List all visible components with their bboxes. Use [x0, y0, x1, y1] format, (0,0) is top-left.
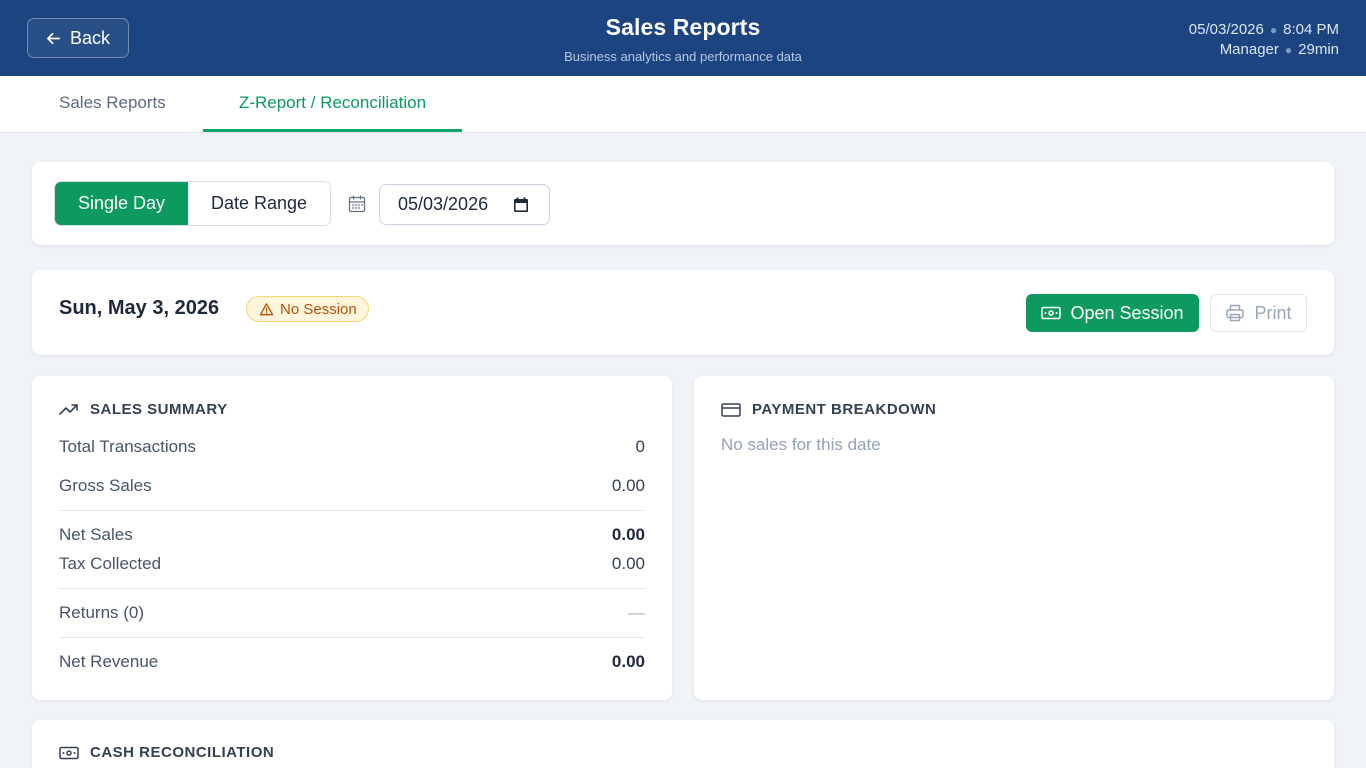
row-value: 0.00: [611, 525, 645, 544]
session-duration: 29min: [1298, 41, 1339, 58]
filter-card: Single Day Date Range 05/03/2026: [32, 162, 1334, 245]
cash-reconciliation-header: CASH RECONCILIATION: [59, 744, 274, 761]
sales-summary-card: SALES SUMMARY Total Transactions 0 Gross…: [32, 376, 672, 700]
date-input[interactable]: 05/03/2026: [379, 184, 550, 225]
app-header: Back Sales Reports Business analytics an…: [0, 0, 1366, 76]
summary-row-returns: Returns (0) —: [59, 603, 645, 623]
cash-reconciliation-title: CASH RECONCILIATION: [90, 744, 275, 761]
status-badge-label: No Session: [280, 300, 357, 318]
open-session-button[interactable]: Open Session: [1026, 294, 1199, 332]
arrow-left-icon: [47, 32, 60, 44]
header-status: 05/03/2026 ● 8:04 PM Manager ● 29min: [1189, 20, 1339, 60]
back-label: Back: [69, 27, 111, 48]
divider: [59, 510, 645, 511]
open-session-label: Open Session: [1070, 302, 1184, 323]
print-label: Print: [1254, 302, 1292, 323]
calendar-picker-icon[interactable]: [513, 197, 529, 213]
row-value: 0.00: [611, 652, 645, 671]
single-day-button[interactable]: Single Day: [55, 182, 189, 225]
sales-summary-header: SALES SUMMARY: [59, 401, 228, 418]
summary-row-gross-sales: Gross Sales 0.00: [59, 476, 645, 496]
divider: [59, 637, 645, 638]
calendar-icon: [348, 195, 366, 213]
cash-reconciliation-card: CASH RECONCILIATION: [32, 720, 1334, 768]
back-button[interactable]: Back: [27, 18, 129, 58]
payment-breakdown-header: PAYMENT BREAKDOWN: [721, 401, 936, 418]
report-date-title: Sun, May 3, 2026: [59, 297, 220, 319]
row-label: Returns (0): [59, 603, 145, 622]
summary-row-net-revenue: Net Revenue 0.00: [59, 652, 645, 672]
row-value: 0.00: [611, 554, 645, 573]
row-label: Net Revenue: [59, 652, 159, 671]
row-value: 0.00: [611, 476, 645, 495]
tab-z-report[interactable]: Z-Report / Reconciliation: [203, 76, 462, 132]
row-label: Tax Collected: [59, 554, 162, 573]
header-time: 8:04 PM: [1283, 21, 1339, 38]
payment-empty-state: No sales for this date: [721, 435, 881, 454]
status-badge: No Session: [246, 296, 369, 322]
tab-bar: Sales Reports Z-Report / Reconciliation: [0, 76, 1366, 133]
separator-dot: ●: [1284, 43, 1293, 57]
date-value: 05/03/2026: [398, 194, 489, 214]
summary-row-tax-collected: Tax Collected 0.00: [59, 554, 645, 574]
summary-row-total-transactions: Total Transactions 0: [59, 437, 645, 457]
row-label: Net Sales: [59, 525, 133, 544]
printer-icon: [1226, 304, 1245, 322]
summary-row-net-sales: Net Sales 0.00: [59, 525, 645, 545]
banknote-icon: [1041, 306, 1062, 320]
page-title: Sales Reports: [605, 14, 761, 40]
date-range-button[interactable]: Date Range: [188, 182, 330, 225]
row-value: 0: [635, 437, 645, 456]
payment-breakdown-card: PAYMENT BREAKDOWN No sales for this date: [694, 376, 1334, 700]
page-subtitle: Business analytics and performance data: [564, 49, 802, 64]
header-center: Sales Reports Business analytics and per…: [383, 14, 983, 64]
row-label: Total Transactions: [59, 437, 197, 456]
user-role: Manager: [1219, 41, 1279, 58]
sales-summary-title: SALES SUMMARY: [90, 401, 228, 418]
banknote-icon: [59, 746, 79, 759]
warning-triangle-icon: [259, 302, 274, 315]
mode-toggle: Single Day Date Range: [54, 181, 331, 226]
tab-sales-reports[interactable]: Sales Reports: [59, 76, 166, 132]
payment-breakdown-title: PAYMENT BREAKDOWN: [752, 401, 937, 418]
credit-card-icon: [721, 402, 741, 417]
separator-dot: ●: [1269, 23, 1278, 37]
row-label: Gross Sales: [59, 476, 152, 495]
print-button[interactable]: Print: [1210, 294, 1307, 332]
header-date: 05/03/2026: [1188, 21, 1264, 38]
session-card: Sun, May 3, 2026 No Session Open Session…: [32, 270, 1334, 355]
trending-up-icon: [59, 403, 78, 415]
row-value: —: [628, 603, 645, 622]
divider: [59, 588, 645, 589]
